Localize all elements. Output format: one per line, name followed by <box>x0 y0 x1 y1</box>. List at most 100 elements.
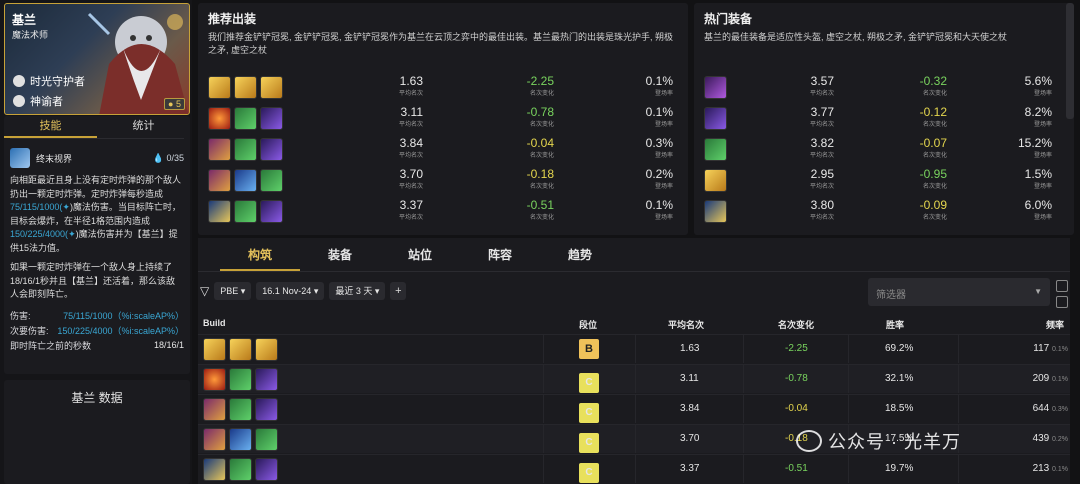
tier-badge: C <box>579 463 599 483</box>
recommended-build-row[interactable] <box>208 73 283 101</box>
metric: 0.2% 登场率 <box>645 167 673 190</box>
metric: -0.78 名次变化 <box>526 105 554 128</box>
trait-oracle[interactable]: 神谕者 <box>13 93 63 109</box>
fire-orb-icon[interactable] <box>208 106 231 130</box>
crown-icon[interactable] <box>234 75 257 99</box>
gauntlet-icon[interactable] <box>208 137 231 161</box>
popular-item-row[interactable] <box>704 135 727 163</box>
tab-trends[interactable]: 趋势 <box>540 238 620 271</box>
coin-icon: ● <box>168 99 174 109</box>
skill-stat-row: 即时阵亡之前的秒数 18/16/1 <box>10 340 184 351</box>
metric: 1.63 平均名次 <box>398 74 423 97</box>
green-cloak-icon[interactable] <box>229 398 252 421</box>
void-staff-icon[interactable] <box>260 106 283 130</box>
champion-card[interactable]: 基兰 魔法术师 时光守护者 神谕者 ● 5 <box>4 3 190 115</box>
column-divider <box>543 425 544 453</box>
popular-item-row[interactable] <box>704 197 727 225</box>
crown-icon[interactable] <box>208 75 231 99</box>
popular-items-panel: 热门装备 基兰的最佳装备是适应性头盔, 虚空之杖, 朔极之矛, 金铲铲冠冕和大天… <box>694 3 1074 235</box>
skill-header: 终末视界 💧 0/35 <box>4 139 190 168</box>
mana-drop-icon: 💧 <box>152 152 164 163</box>
recommended-build-row[interactable] <box>208 166 283 194</box>
void-staff-icon[interactable] <box>255 398 278 421</box>
metric: -0.32 名次变化 <box>919 74 947 97</box>
metric: 3.77 平均名次 <box>809 105 834 128</box>
crown-icon[interactable] <box>229 338 252 361</box>
header-tier[interactable]: 段位 <box>579 318 597 331</box>
trait-timekeeper-icon <box>13 75 25 87</box>
green-cloak-icon[interactable] <box>234 106 257 130</box>
range-select[interactable]: 最近 3 天 ▾ <box>329 282 386 300</box>
scrollbar[interactable] <box>1066 3 1074 119</box>
fire-orb-icon[interactable] <box>203 368 226 391</box>
header-change[interactable]: 名次变化 <box>778 318 814 331</box>
popular-item-row[interactable] <box>704 166 727 194</box>
gauntlet-icon[interactable] <box>203 398 226 421</box>
header-win[interactable]: 胜率 <box>886 318 904 331</box>
table-row[interactable]: C 3.84 -0.04 18.5% 644 0.3% <box>198 394 1070 423</box>
column-divider <box>958 335 959 363</box>
green-cloak-icon[interactable] <box>260 168 283 192</box>
table-row[interactable]: C 3.37 -0.51 19.7% 213 0.1% <box>198 454 1070 483</box>
void-staff-icon[interactable] <box>704 106 727 130</box>
gold-spear-icon[interactable] <box>208 199 231 223</box>
metric: 3.84 平均名次 <box>398 136 423 159</box>
column-divider <box>635 455 636 483</box>
patch-select[interactable]: 16.1 Nov-24 ▾ <box>256 282 325 300</box>
header-freq[interactable]: 频率 <box>1046 318 1064 331</box>
header-build: Build <box>203 318 226 328</box>
green-cloak-icon[interactable] <box>234 199 257 223</box>
tab-stats[interactable]: 统计 <box>97 116 190 138</box>
filter-search-input[interactable]: 筛选器 ▼ <box>868 278 1050 306</box>
void-staff-icon[interactable] <box>260 137 283 161</box>
green-cloak-icon[interactable] <box>234 137 257 161</box>
header-avg[interactable]: 平均名次 <box>668 318 704 331</box>
gold-spear-icon[interactable] <box>203 458 226 481</box>
table-view-icon[interactable] <box>1056 280 1068 292</box>
metric: 0.1% 登场率 <box>645 105 673 128</box>
recommended-build-row[interactable] <box>208 197 283 225</box>
crown-icon[interactable] <box>704 168 727 192</box>
green-cloak-icon[interactable] <box>704 137 727 161</box>
gauntlet-icon[interactable] <box>203 428 226 451</box>
metric: 3.11 平均名次 <box>398 105 423 128</box>
table-row[interactable]: B 1.63 -2.25 69.2% 117 0.1% <box>198 334 1070 363</box>
purple-helm-icon[interactable] <box>704 75 727 99</box>
tab-comps[interactable]: 阵容 <box>460 238 540 271</box>
skill-stat-row: 次要伤害: 150/225/4000（%i:scaleAP%） <box>10 325 184 336</box>
trait-label: 神谕者 <box>30 96 63 108</box>
table-row[interactable]: C 3.11 -0.78 32.1% 209 0.1% <box>198 364 1070 393</box>
void-staff-icon[interactable] <box>255 368 278 391</box>
region-select[interactable]: PBE ▾ <box>214 282 252 300</box>
blue-spear-icon[interactable] <box>229 428 252 451</box>
recommended-build-row[interactable] <box>208 135 283 163</box>
gold-spear-icon[interactable] <box>704 199 727 223</box>
tab-skill[interactable]: 技能 <box>4 116 97 138</box>
column-divider <box>543 455 544 483</box>
recommended-build-row[interactable] <box>208 104 283 132</box>
crown-icon[interactable] <box>203 338 226 361</box>
green-cloak-icon[interactable] <box>255 428 278 451</box>
add-filter-button[interactable]: + <box>390 282 407 300</box>
crown-icon[interactable] <box>260 75 283 99</box>
tab-positioning[interactable]: 站位 <box>380 238 460 271</box>
void-staff-icon[interactable] <box>260 199 283 223</box>
popular-item-row[interactable] <box>704 104 727 132</box>
popular-item-row[interactable] <box>704 73 727 101</box>
filter-icon[interactable]: ▽ <box>200 284 209 298</box>
trait-timekeeper[interactable]: 时光守护者 <box>13 73 85 89</box>
green-cloak-icon[interactable] <box>229 458 252 481</box>
void-staff-icon[interactable] <box>255 458 278 481</box>
chart-view-icon[interactable] <box>1056 296 1068 308</box>
metric: 3.82 平均名次 <box>809 136 834 159</box>
green-cloak-icon[interactable] <box>229 368 252 391</box>
metric: 3.70 平均名次 <box>398 167 423 190</box>
tab-builds[interactable]: 构筑 <box>220 238 300 271</box>
data-panel-title: 基兰 数据 <box>71 391 123 405</box>
tab-items[interactable]: 装备 <box>300 238 380 271</box>
crown-icon[interactable] <box>255 338 278 361</box>
mana-value: 💧 0/35 <box>152 152 184 163</box>
gauntlet-icon[interactable] <box>208 168 231 192</box>
champion-data-panel: 基兰 数据 <box>4 380 190 484</box>
blue-spear-icon[interactable] <box>234 168 257 192</box>
